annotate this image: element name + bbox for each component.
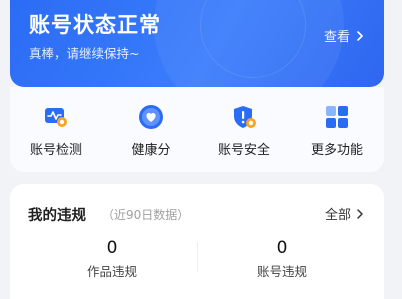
account-violations-stat[interactable]: 0 账号违规 xyxy=(222,238,342,280)
account-violations-label: 账号违规 xyxy=(256,264,307,279)
tool-more-functions[interactable]: 更多功能 xyxy=(292,103,382,158)
account-status-subtitle: 真棒，请继续保持~ xyxy=(29,46,140,61)
tool-account-check[interactable]: 账号检测 xyxy=(11,103,101,158)
tool-account-security[interactable]: 账号安全 xyxy=(199,103,289,158)
violations-title: 我的违规 xyxy=(28,208,86,224)
account-status-title: 账号状态正常 xyxy=(29,13,161,37)
content-violations-label: 作品违规 xyxy=(86,264,137,279)
more-functions-icon xyxy=(326,106,348,128)
account-check-icon xyxy=(45,108,67,127)
quick-tools-panel: 账号检测 健康分 账号安全 更多功能 xyxy=(10,87,384,172)
view-all-violations-button[interactable]: 全部 xyxy=(325,204,366,223)
tool-account-security-label: 账号安全 xyxy=(217,143,270,158)
tool-more-functions-label: 更多功能 xyxy=(310,143,363,158)
view-status-button[interactable]: 查看 xyxy=(324,26,366,45)
content-violations-stat[interactable]: 0 作品违规 xyxy=(52,238,172,280)
tool-health-score-label: 健康分 xyxy=(131,143,171,158)
violations-period-note: （近90日数据） xyxy=(102,208,190,222)
account-violations-count: 0 xyxy=(276,238,288,258)
stat-divider xyxy=(197,242,198,272)
account-security-icon xyxy=(234,106,256,128)
view-status-label: 查看 xyxy=(323,30,350,45)
my-violations-card: 我的违规 （近90日数据） 全部 0 作品违规 0 账号违规 xyxy=(10,184,384,299)
tool-account-check-label: 账号检测 xyxy=(29,143,82,158)
chevron-right-icon xyxy=(357,30,363,41)
view-all-label: 全部 xyxy=(324,208,351,223)
health-score-icon xyxy=(139,105,163,129)
account-status-card: 账号状态正常 真棒，请继续保持~ 查看 xyxy=(10,0,384,87)
chevron-right-icon xyxy=(357,208,363,219)
content-violations-count: 0 xyxy=(106,238,118,258)
tool-health-score[interactable]: 健康分 xyxy=(106,103,196,158)
